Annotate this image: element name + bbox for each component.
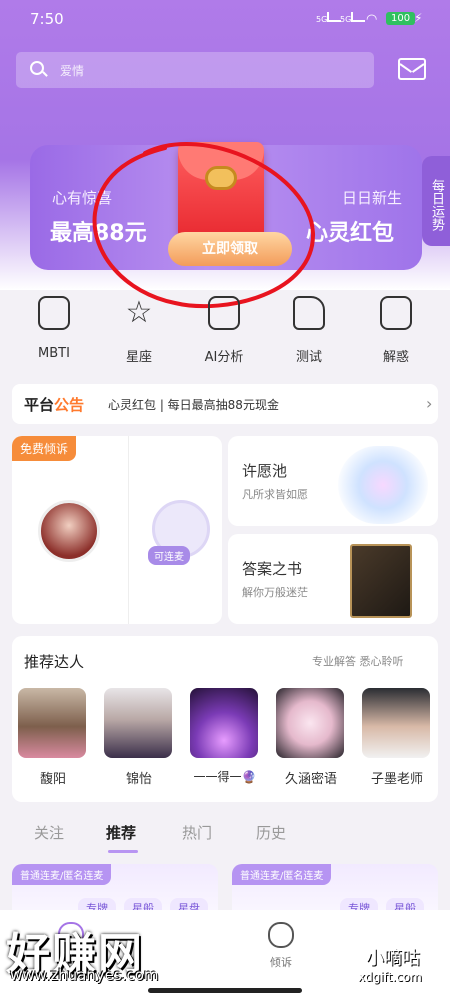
daily-fortune-tab[interactable]: 每日运势 (422, 156, 450, 246)
signal-label: 5G (316, 15, 328, 24)
tab-recommend[interactable]: 推荐 (106, 822, 136, 843)
tab-follow[interactable]: 关注 (34, 822, 64, 843)
chat-bubble-icon (380, 296, 412, 330)
mbti-label: MBTI (38, 346, 70, 361)
answer-book-subtitle: 解你万般迷茫 (242, 586, 308, 599)
person-photo (362, 688, 430, 758)
recommend-title: 推荐达人 (24, 653, 85, 671)
person-photo (18, 688, 86, 758)
wifi-icon: ◠ (366, 12, 378, 27)
book-image (350, 544, 412, 618)
envelope-coin (205, 166, 237, 190)
ai-analysis-item[interactable]: AI分析 (189, 296, 259, 365)
home-indicator[interactable] (148, 988, 302, 993)
person-name: 一一得一🔮 (193, 770, 257, 784)
watermark-right-url: xdgift.com (358, 970, 422, 984)
status-time: 7:50 (30, 10, 64, 28)
nav-talk-label: 倾诉 (270, 956, 292, 969)
person-card[interactable]: 馥阳 (18, 688, 88, 787)
star-icon: ☆ (125, 295, 153, 330)
banner-right-subtitle: 日日新生 (342, 189, 403, 207)
watermark-url: www.zhuanyes.com (10, 966, 159, 984)
mbti-icon (38, 296, 70, 330)
free-talk-tag: 免费倾诉 (12, 436, 77, 461)
free-talk-box[interactable]: 免费倾诉 可连麦 (12, 436, 222, 624)
answer-book-title: 答案之书 (242, 560, 303, 578)
notice-title-a: 平台 (24, 396, 55, 414)
avatar[interactable] (38, 500, 100, 562)
constellation-item[interactable]: ☆ 星座 (104, 295, 174, 366)
tab-history[interactable]: 历史 (256, 822, 286, 843)
recommend-subtitle[interactable]: 专业解答 悉心聆听 (312, 653, 404, 669)
watermark-right: 小嘀咕 (366, 948, 420, 969)
signal-label-2: 5G (340, 15, 352, 24)
signal-icon-2: 5G (340, 12, 366, 24)
answer-label: 解惑 (382, 350, 409, 365)
test-item[interactable]: 测试 (274, 296, 344, 365)
ai-analysis-label: AI分析 (204, 350, 244, 365)
ai-icon (208, 296, 240, 330)
feed-tabs: 关注 推荐 热门 历史 (0, 816, 450, 856)
person-card[interactable]: 一一得一🔮 (190, 688, 260, 785)
claim-now-button[interactable]: 立即领取 (168, 232, 292, 266)
search-bar[interactable]: 爱情 (16, 52, 374, 88)
consult-card-header: 普通连麦/匿名连麦 (232, 864, 332, 885)
status-bar: 7:50 5G 5G ◠ 100 ⚡ (0, 0, 450, 40)
mail-icon[interactable] (398, 58, 426, 80)
fountain-image (338, 446, 428, 524)
banner-left-title: 最高88元 (50, 221, 147, 246)
document-icon (293, 296, 325, 330)
nav-talk[interactable]: 倾诉 (246, 922, 316, 970)
test-label: 测试 (295, 350, 322, 365)
search-icon (30, 61, 44, 75)
person-card[interactable]: 子墨老师 (362, 688, 432, 787)
person-name: 久涵密语 (284, 772, 337, 787)
tab-underline (108, 850, 138, 853)
person-photo (190, 688, 258, 758)
person-card[interactable]: 锦怡 (104, 688, 174, 787)
talk-icon (268, 922, 294, 948)
notice-title-b: 公告 (54, 396, 85, 414)
person-name: 子墨老师 (370, 772, 423, 787)
person-photo (104, 688, 172, 758)
divider (128, 436, 129, 624)
wish-pool-card[interactable]: 许愿池 凡所求皆如愿 (228, 436, 438, 526)
person-name: 馥阳 (39, 772, 66, 787)
person-name: 锦怡 (125, 772, 152, 787)
constellation-label: 星座 (125, 350, 152, 365)
search-placeholder: 爱情 (60, 64, 85, 78)
connect-mic-badge: 可连麦 (148, 546, 190, 565)
notice-text: 心灵红包 | 每日最高抽88元现金 (108, 398, 279, 412)
banner-right-title: 心灵红包 (306, 221, 395, 246)
chevron-right-icon: › (426, 394, 433, 413)
banner-left-subtitle: 心有惊喜 (52, 189, 113, 207)
wish-pool-title: 许愿池 (242, 462, 288, 480)
person-photo (276, 688, 344, 758)
consult-card-header: 普通连麦/匿名连麦 (12, 864, 112, 885)
wish-pool-subtitle: 凡所求皆如愿 (242, 488, 308, 501)
answer-item[interactable]: 解惑 (361, 296, 431, 365)
answer-book-card[interactable]: 答案之书 解你万般迷茫 (228, 534, 438, 624)
feature-icon-row: MBTI ☆ 星座 AI分析 测试 解惑 (0, 292, 450, 372)
platform-notice[interactable]: 平台公告 心灵红包 | 每日最高抽88元现金 › (12, 384, 438, 424)
signal-icon: 5G (316, 12, 342, 24)
tab-hot[interactable]: 热门 (182, 822, 212, 843)
charging-icon: ⚡ (414, 11, 423, 25)
person-card[interactable]: 久涵密语 (276, 688, 346, 787)
battery-icon: 100 (386, 12, 416, 25)
notice-title: 平台公告 (24, 394, 84, 415)
mbti-item[interactable]: MBTI (19, 296, 89, 361)
